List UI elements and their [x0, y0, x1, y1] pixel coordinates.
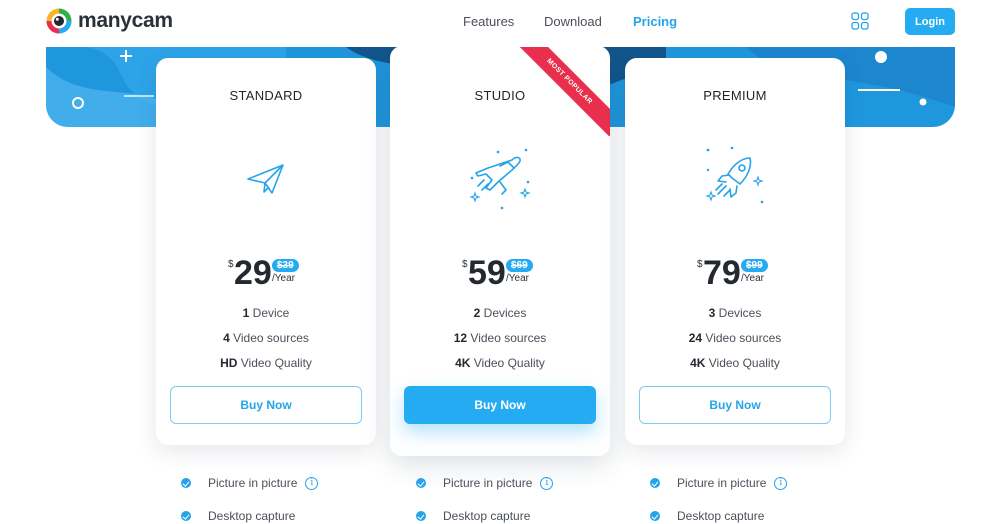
- site-header: manycam Features Download Pricing Login: [0, 0, 1000, 47]
- nav-features[interactable]: Features: [463, 14, 514, 29]
- check-icon: [416, 478, 426, 488]
- feature-label: Picture in picture: [443, 476, 533, 490]
- grid-icon[interactable]: [851, 12, 869, 30]
- login-button[interactable]: Login: [905, 8, 955, 35]
- feature-label: Picture in picture: [208, 476, 298, 490]
- feature-row-desktop-premium: Desktop capture: [650, 509, 764, 523]
- feature-label: Desktop capture: [443, 509, 531, 523]
- plan-title: STANDARD: [229, 88, 303, 103]
- plan-feature-quality: HD Video Quality: [220, 356, 312, 370]
- feature-row-pip-standard: Picture in picture i: [181, 476, 319, 490]
- buy-now-button[interactable]: Buy Now: [404, 386, 596, 424]
- buy-now-button[interactable]: Buy Now: [170, 386, 362, 424]
- price-period: /Year: [741, 273, 764, 284]
- info-icon[interactable]: i: [774, 476, 788, 490]
- feature-row-pip-premium: Picture in picture i: [650, 476, 788, 490]
- check-icon: [650, 478, 660, 488]
- feature-row-pip-studio: Picture in picture i: [416, 476, 554, 490]
- airplane-icon: [469, 148, 531, 210]
- price-amount: 29: [234, 254, 272, 292]
- plan-feature-quality: 4K Video Quality: [690, 356, 780, 370]
- feature-row-desktop-studio: Desktop capture: [416, 509, 530, 523]
- paper-plane-icon: [247, 164, 284, 194]
- plan-price: $ 29 $39 /Year: [156, 256, 376, 296]
- plan-feature-sources: 12 Video sources: [453, 331, 547, 345]
- info-icon[interactable]: i: [305, 476, 319, 490]
- check-icon: [181, 478, 191, 488]
- plan-feature-devices: 1 Device: [242, 306, 290, 320]
- plan-card-studio: MOST POPULAR STUDIO $ 59 $69 /Year 2 Dev…: [390, 46, 610, 456]
- price-amount: 79: [703, 254, 741, 292]
- feature-row-desktop-standard: Desktop capture: [181, 509, 295, 523]
- plan-title: PREMIUM: [703, 88, 767, 103]
- plan-card-standard: STANDARD $ 29 $39 /Year 1 Device 4 Video…: [156, 58, 376, 445]
- info-icon[interactable]: i: [540, 476, 554, 490]
- plan-price: $ 79 $99 /Year: [625, 256, 845, 296]
- old-price-badge: $39: [272, 259, 299, 272]
- price-currency: $: [697, 259, 703, 270]
- check-icon: [181, 511, 191, 521]
- plan-feature-sources: 4 Video sources: [223, 331, 309, 345]
- price-currency: $: [228, 259, 234, 270]
- plan-price: $ 59 $69 /Year: [390, 256, 610, 296]
- plan-feature-devices: 3 Devices: [708, 306, 762, 320]
- price-amount: 59: [468, 254, 506, 292]
- old-price-badge: $99: [741, 259, 768, 272]
- plan-title: STUDIO: [474, 88, 526, 103]
- check-icon: [416, 511, 426, 521]
- old-price-badge: $69: [506, 259, 533, 272]
- feature-label: Desktop capture: [677, 509, 765, 523]
- nav-download[interactable]: Download: [544, 14, 602, 29]
- buy-now-button[interactable]: Buy Now: [639, 386, 831, 424]
- rocket-icon: [705, 146, 764, 204]
- plan-feature-devices: 2 Devices: [473, 306, 527, 320]
- price-currency: $: [462, 259, 468, 270]
- price-period: /Year: [506, 273, 529, 284]
- brand-logo[interactable]: manycam: [46, 8, 173, 34]
- check-icon: [650, 511, 660, 521]
- price-period: /Year: [272, 273, 295, 284]
- plan-card-premium: PREMIUM $ 79 $99 /Year 3 Devices 24 Vide…: [625, 58, 845, 445]
- nav-pricing[interactable]: Pricing: [633, 14, 677, 29]
- plan-feature-sources: 24 Video sources: [688, 331, 782, 345]
- feature-label: Picture in picture: [677, 476, 767, 490]
- brand-name: manycam: [78, 9, 173, 32]
- feature-label: Desktop capture: [208, 509, 296, 523]
- plan-feature-quality: 4K Video Quality: [455, 356, 545, 370]
- manycam-logo-icon: [46, 8, 72, 34]
